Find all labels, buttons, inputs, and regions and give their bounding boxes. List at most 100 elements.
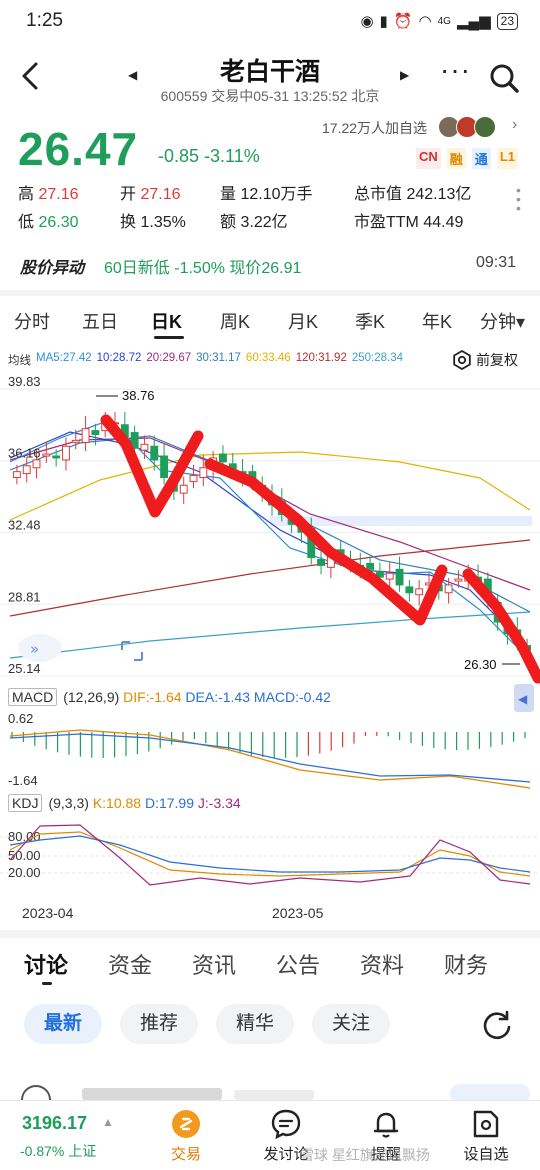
- amount-value: 3.22亿: [240, 214, 288, 231]
- filter-following[interactable]: 关注: [312, 1004, 390, 1044]
- price-alert-row[interactable]: 股价异动 60日新低 -1.50% 现价26.91 09:31: [0, 248, 540, 282]
- tab-daily-k[interactable]: 日K: [151, 308, 182, 334]
- moving-average-lines: [9, 419, 531, 661]
- pe-value: 44.49: [423, 214, 464, 231]
- badge-connect: 通: [471, 148, 491, 169]
- divider: [0, 290, 540, 296]
- tab-profile[interactable]: 资料: [360, 948, 404, 980]
- network-label: 4G: [437, 15, 451, 27]
- status-icons: ◉ ▮ ⏰ ◠ 4G ▂▄▆ 23: [360, 12, 518, 30]
- vibrate-icon: ▮: [379, 13, 388, 30]
- nav-trade[interactable]: 交易: [146, 1107, 226, 1164]
- kdj-k-line: [9, 831, 531, 877]
- alert-label: 股价异动: [20, 260, 85, 277]
- next-stock-icon[interactable]: ▶: [400, 68, 409, 82]
- kdj-k: K:10.88: [92, 795, 142, 811]
- kdj-tick-label: 20.00: [8, 865, 41, 880]
- refresh-icon[interactable]: [480, 1008, 514, 1042]
- y-tick-label: 28.81: [8, 589, 41, 604]
- tab-quarterly-k[interactable]: 季K: [355, 308, 385, 334]
- open-value: 27.16: [140, 186, 181, 203]
- candle-body: [395, 568, 404, 586]
- candle-body: [22, 465, 31, 475]
- active-tab-indicator: [42, 982, 52, 985]
- tab-funds[interactable]: 资金: [108, 948, 152, 980]
- y-tick-label: 25.14: [8, 661, 41, 676]
- ma250-value: 250:28.34: [351, 352, 404, 364]
- kdj-j: J:-3.34: [197, 795, 241, 811]
- x-tick-label: 2023-05: [272, 905, 324, 921]
- index-value[interactable]: 3196.17: [22, 1113, 87, 1134]
- ma30-value: 30:31.17: [196, 352, 241, 364]
- expand-left-glyph: »: [30, 640, 39, 658]
- y-tick-label: 36.16: [8, 446, 41, 461]
- max-price-label: 38.76: [122, 388, 155, 403]
- ma10-value: 10:28.72: [96, 352, 142, 364]
- kdj-d-line: [9, 835, 531, 873]
- tab-announcements[interactable]: 公告: [276, 948, 320, 980]
- tab-yearly-k[interactable]: 年K: [422, 308, 452, 334]
- side-scroll-glyph: ◀: [518, 692, 528, 706]
- follower-avatars[interactable]: [438, 116, 496, 138]
- y-tick-label: 39.83: [8, 376, 41, 389]
- battery-indicator: 23: [496, 12, 518, 30]
- filter-latest[interactable]: 最新: [24, 1004, 102, 1044]
- follower-count[interactable]: 17.22万人加自选: [322, 118, 427, 138]
- min-price-label: 26.30: [464, 657, 497, 672]
- candle-body: [52, 455, 61, 459]
- candle-body: [219, 453, 227, 463]
- more-options-icon[interactable]: ···: [440, 54, 471, 86]
- quote-panel: 26.47 -0.85 -3.11% 17.22万人加自选 › CN 融 通 L…: [0, 112, 540, 248]
- kdj-legend: KDJ (9,3,3) K:10.88 D:17.99 J:-3.34: [8, 794, 241, 812]
- stock-code-status: 600559 交易中05-31 13:25:52 北京: [160, 88, 380, 104]
- amount-label: 额: [220, 214, 237, 231]
- macd-panel: 0.62 -1.64: [8, 711, 531, 789]
- macd-params: (12,26,9): [63, 689, 120, 705]
- ma-line: [9, 611, 531, 659]
- tab-minute[interactable]: 分钟▾: [480, 308, 525, 334]
- post-preview-peek[interactable]: [20, 1078, 540, 1100]
- candle-body: [42, 453, 51, 457]
- candlesticks: [12, 412, 532, 659]
- chevron-right-icon[interactable]: ›: [512, 116, 517, 134]
- nav-watchlist[interactable]: 设自选: [446, 1107, 526, 1164]
- high-label: 高: [18, 186, 35, 203]
- expand-left-icon: [18, 634, 62, 662]
- kline-chart[interactable]: 39.83 36.16 32.48 28.81 25.14 38.76 26.30 » ◀ 0.…: [0, 376, 540, 936]
- tab-news[interactable]: 资讯: [192, 948, 236, 980]
- turnover-label: 换: [120, 214, 137, 231]
- candle-body: [71, 439, 80, 443]
- tab-monthly-k[interactable]: 月K: [288, 308, 318, 334]
- resize-icon: [121, 641, 143, 661]
- settings-icon: [453, 350, 471, 370]
- search-icon[interactable]: [488, 62, 520, 94]
- market-cap-label: 总市值: [354, 186, 403, 203]
- post-preview-shapes: [21, 1084, 530, 1100]
- kdj-label[interactable]: KDJ: [8, 794, 43, 812]
- candle-body: [12, 471, 21, 479]
- tab-intraday[interactable]: 分时: [14, 308, 50, 334]
- trade-icon: [172, 1110, 200, 1138]
- turnover-value: 1.35%: [140, 214, 186, 231]
- candle-body: [405, 586, 414, 594]
- expand-stats-icon[interactable]: • • •: [516, 183, 521, 215]
- tab-five-day[interactable]: 五日: [82, 308, 118, 334]
- candle-body: [179, 484, 188, 494]
- stock-header: ◀ 老白干酒 ▶ 600559 交易中05-31 13:25:52 北京 ···: [0, 48, 540, 108]
- kdj-params: (9,3,3): [48, 795, 89, 811]
- candle-body: [91, 430, 100, 436]
- bottom-bar: 3196.17 ▲ -0.87% 上证 交易 发讨论 提醒 设自选 雪球 星红旗…: [0, 1100, 540, 1170]
- kdj-panel: 80.0050.0020.002023-04 2023-05: [0, 824, 540, 921]
- index-change[interactable]: -0.87% 上证: [20, 1141, 96, 1161]
- tab-weekly-k[interactable]: 周K: [220, 308, 250, 334]
- filter-featured[interactable]: 精华: [216, 1004, 294, 1044]
- dif-line: [9, 729, 531, 789]
- macd-label[interactable]: MACD: [8, 688, 58, 706]
- tab-discussion[interactable]: 讨论: [24, 948, 68, 980]
- tab-financials[interactable]: 财务: [444, 948, 488, 980]
- filter-recommended[interactable]: 推荐: [120, 1004, 198, 1044]
- alarm-icon: ⏰: [393, 13, 413, 30]
- price-adjust-toggle[interactable]: 前复权: [452, 350, 518, 370]
- ma20-value: 20:29.67: [146, 352, 192, 364]
- ma60-value: 60:33.46: [245, 352, 291, 364]
